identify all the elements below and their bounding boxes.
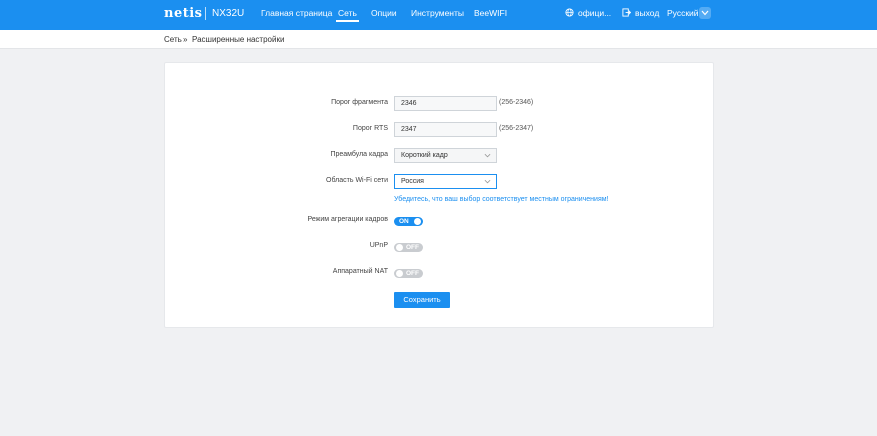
nav-beewifi[interactable]: BeeWIFI — [474, 8, 507, 18]
rts-threshold-range: (256-2347) — [499, 125, 534, 132]
hardware-nat-toggle[interactable]: OFF — [394, 269, 423, 278]
toggle-state: OFF — [406, 270, 419, 277]
preamble-value: Короткий кадр — [401, 152, 448, 159]
preamble-select[interactable]: Короткий кадр — [394, 148, 497, 163]
upnp-toggle[interactable]: OFF — [394, 243, 423, 252]
logout-icon — [622, 8, 632, 19]
logout-link[interactable]: выход — [622, 8, 659, 19]
breadcrumb-separator: » — [183, 35, 188, 44]
toggle-knob — [396, 270, 403, 277]
chevron-down-icon — [484, 179, 491, 184]
official-site-label: офици... — [578, 8, 612, 18]
toggle-knob — [396, 244, 403, 251]
model-name: NX32U — [212, 8, 245, 19]
wifi-region-value: Россия — [401, 178, 424, 185]
fragment-threshold-range: (256-2346) — [499, 99, 534, 106]
breadcrumb-current: Расширенные настройки — [192, 35, 285, 44]
breadcrumb-root[interactable]: Сеть — [164, 35, 182, 44]
toggle-state: OFF — [406, 244, 419, 251]
wifi-region-select[interactable]: Россия — [394, 174, 497, 189]
fragment-threshold-label: Порог фрагмента — [331, 99, 388, 106]
nav-home[interactable]: Главная страница — [261, 8, 332, 18]
toggle-state: ON — [399, 218, 409, 225]
hardware-nat-label: Аппаратный NAT — [332, 268, 388, 275]
save-button[interactable]: Сохранить — [394, 292, 450, 308]
nav-network[interactable]: Сеть — [336, 8, 359, 22]
logout-label: выход — [635, 8, 660, 18]
upnp-label: UPnP — [369, 242, 388, 249]
breadcrumb — [0, 30, 877, 49]
toggle-knob — [414, 218, 421, 225]
nav-options[interactable]: Опции — [371, 8, 397, 18]
brand-logo: netis — [164, 6, 203, 21]
language-select[interactable]: Русский — [667, 8, 699, 18]
globe-icon — [565, 8, 574, 19]
logo-divider — [205, 7, 206, 20]
chevron-down-icon — [484, 153, 491, 158]
wifi-region-label: Область Wi-Fi сети — [326, 177, 388, 184]
fragment-threshold-input[interactable]: 2346 — [394, 96, 497, 111]
region-notice: Убедитесь, что ваш выбор соответствует м… — [394, 196, 609, 203]
top-navigation-bar: netis NX32U Главная страница Сеть Опции … — [0, 0, 877, 30]
official-site-link[interactable]: офици... — [565, 8, 611, 19]
frame-aggregation-toggle[interactable]: ON — [394, 217, 423, 226]
rts-threshold-input[interactable]: 2347 — [394, 122, 497, 137]
preamble-label: Преамбула кадра — [330, 151, 388, 158]
language-dropdown-button[interactable] — [699, 7, 711, 19]
chevron-down-icon — [701, 10, 709, 16]
rts-threshold-label: Порог RTS — [352, 125, 388, 132]
frame-aggregation-label: Режим агрегации кадров — [307, 216, 388, 223]
nav-tools[interactable]: Инструменты — [411, 8, 464, 18]
